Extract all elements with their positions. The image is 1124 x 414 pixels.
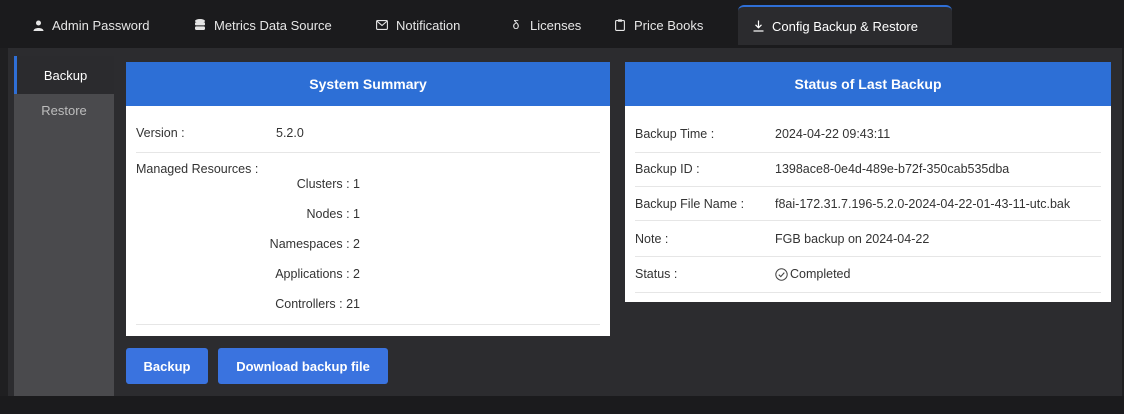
tab-config-backup-restore[interactable]: Config Backup & Restore (738, 5, 952, 45)
resource-nodes: Nodes : 1 (306, 207, 360, 221)
resource-clusters: Clusters : 1 (296, 177, 360, 191)
tab-label: Price Books (634, 17, 704, 33)
panel-title: Status of Last Backup (625, 62, 1111, 106)
side-navigation: Backup Restore (14, 56, 114, 396)
version-value: 5.2.0 (276, 126, 304, 140)
status-row-value: FGB backup on 2024-04-22 (775, 232, 930, 246)
status-row-value: f8ai-172.31.7.196-5.2.0-2024-04-22-01-43… (775, 197, 1071, 211)
mail-icon (376, 20, 388, 30)
tab-admin-password[interactable]: Admin Password (18, 5, 164, 45)
status-row-label: Note : (635, 232, 669, 246)
status-row-value: 2024-04-22 09:43:11 (775, 127, 891, 141)
status-row-label: Backup Time : (635, 127, 715, 141)
backup-button[interactable]: Backup (126, 348, 208, 384)
sidenav-label: Backup (43, 67, 88, 83)
database-icon (194, 19, 206, 31)
tab-label: Admin Password (52, 17, 150, 33)
resource-namespaces: Namespaces : 2 (269, 237, 360, 251)
tab-label: Metrics Data Source (214, 17, 332, 33)
status-row-note: Note : FGB backup on 2024-04-22 (635, 220, 1101, 257)
footer-strip (0, 396, 1124, 414)
system-summary-panel: System Summary Version : 5.2.0 Managed R… (126, 62, 610, 336)
status-row-backup-time: Backup Time : 2024-04-22 09:43:11 (635, 106, 1101, 153)
license-icon: δ (512, 18, 520, 32)
tab-metrics-data-source[interactable]: Metrics Data Source (180, 5, 350, 45)
managed-resources-row: Managed Resources : Clusters : 1 Nodes :… (136, 152, 600, 325)
check-circle-icon (775, 267, 788, 281)
clipboard-icon (614, 19, 626, 31)
tab-label: Config Backup & Restore (772, 18, 918, 34)
tab-label: Licenses (530, 17, 582, 33)
status-row-value: Completed (775, 267, 850, 281)
tab-licenses[interactable]: δ Licenses (496, 5, 596, 45)
user-icon (32, 20, 44, 31)
sidenav-item-restore[interactable]: Restore (14, 92, 114, 128)
status-row-value: 1398ace8-0e4d-489e-b72f-350cab535dba (775, 162, 1010, 176)
status-row-status: Status : Completed (635, 256, 1101, 293)
top-tab-bar: Admin Password Metrics Data Source Notif… (0, 0, 1124, 48)
managed-resources-label: Managed Resources : (136, 162, 259, 176)
download-backup-file-button[interactable]: Download backup file (218, 348, 388, 384)
status-row-label: Backup File Name : (635, 197, 745, 211)
panel-title: System Summary (126, 62, 610, 106)
status-row-backup-id: Backup ID : 1398ace8-0e4d-489e-b72f-350c… (635, 152, 1101, 187)
download-icon (752, 20, 764, 32)
tab-notification[interactable]: Notification (362, 5, 490, 45)
status-value-text: Completed (790, 267, 851, 281)
tab-price-books[interactable]: Price Books (600, 5, 724, 45)
version-label: Version : (136, 126, 185, 140)
version-row: Version : 5.2.0 (136, 106, 600, 153)
tab-label: Notification (396, 17, 461, 33)
status-row-label: Status : (635, 267, 678, 281)
status-row-label: Backup ID : (635, 162, 700, 176)
sidenav-label: Restore (41, 102, 87, 118)
resource-applications: Applications : 2 (275, 267, 360, 281)
sidenav-item-backup[interactable]: Backup (14, 56, 114, 94)
status-row-backup-file-name: Backup File Name : f8ai-172.31.7.196-5.2… (635, 186, 1101, 221)
resource-controllers: Controllers : 21 (275, 297, 360, 311)
last-backup-status-panel: Status of Last Backup Backup Time : 2024… (625, 62, 1111, 302)
